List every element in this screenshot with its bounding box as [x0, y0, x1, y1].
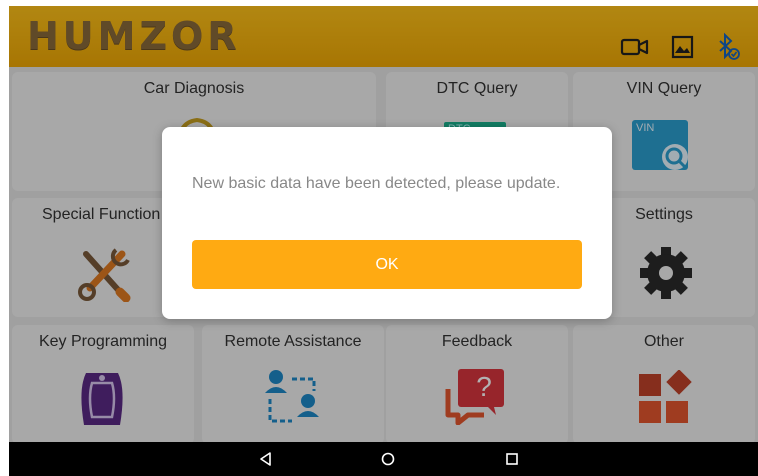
update-dialog: New basic data have been detected, pleas… [162, 127, 612, 319]
home-icon[interactable] [371, 442, 405, 476]
dialog-message: New basic data have been detected, pleas… [192, 175, 561, 192]
back-icon[interactable] [249, 442, 283, 476]
navigation-bar [9, 442, 758, 476]
app-screen: HUMZOR Car Diagnosis DTC Query VIN Query… [9, 6, 758, 476]
recents-icon[interactable] [495, 442, 529, 476]
ok-button[interactable]: OK [192, 240, 582, 289]
